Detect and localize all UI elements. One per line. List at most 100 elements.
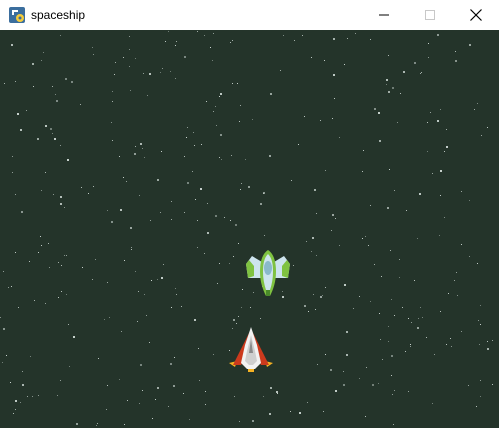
star — [121, 331, 122, 332]
maximize-icon — [425, 10, 435, 20]
star — [183, 393, 184, 394]
star — [173, 385, 175, 387]
star — [411, 322, 412, 323]
star — [230, 220, 231, 221]
star — [43, 52, 44, 53]
star — [0, 317, 1, 318]
star — [162, 68, 163, 69]
star — [30, 356, 31, 357]
star — [492, 340, 493, 341]
star — [420, 73, 421, 74]
star — [325, 287, 326, 288]
python-app-icon — [9, 7, 25, 23]
star — [170, 71, 171, 72]
star — [477, 103, 478, 104]
star — [374, 264, 375, 265]
title-bar[interactable]: spaceship — [0, 0, 499, 30]
star — [419, 193, 421, 195]
star — [430, 112, 431, 113]
star — [130, 227, 132, 229]
star — [239, 421, 240, 422]
star — [432, 403, 433, 404]
star — [252, 420, 254, 422]
star — [250, 307, 251, 308]
star — [388, 55, 389, 56]
star — [45, 303, 46, 304]
star — [270, 93, 272, 95]
star — [264, 235, 265, 236]
star — [238, 316, 239, 317]
star — [12, 156, 13, 157]
star — [64, 207, 65, 208]
star — [263, 396, 264, 397]
star — [394, 315, 395, 316]
star — [6, 355, 7, 356]
star — [38, 252, 39, 253]
star — [440, 109, 441, 110]
star — [170, 363, 172, 365]
star — [236, 323, 237, 324]
star — [368, 245, 369, 246]
star — [454, 280, 455, 281]
star — [82, 267, 83, 268]
close-button[interactable] — [453, 0, 499, 30]
game-canvas[interactable] — [0, 30, 499, 428]
star — [64, 255, 65, 256]
star — [347, 38, 348, 39]
star — [325, 170, 326, 171]
star — [149, 342, 150, 343]
star — [370, 39, 371, 40]
star — [129, 49, 130, 50]
star — [61, 291, 62, 292]
maximize-button[interactable] — [407, 0, 453, 30]
star — [114, 74, 115, 75]
star — [197, 31, 198, 32]
star — [378, 112, 380, 114]
star — [215, 106, 216, 107]
star — [126, 181, 127, 182]
star — [456, 272, 457, 273]
star — [8, 287, 9, 288]
star — [248, 186, 250, 188]
star — [476, 406, 477, 407]
star — [81, 187, 82, 188]
star — [324, 60, 325, 61]
star — [15, 409, 16, 410]
star — [469, 44, 471, 46]
star — [427, 151, 428, 152]
star — [317, 364, 318, 365]
star — [49, 267, 50, 268]
star — [293, 265, 294, 266]
star — [56, 100, 58, 102]
star — [215, 215, 217, 217]
star — [343, 371, 344, 372]
star — [492, 384, 493, 385]
star — [197, 247, 198, 248]
star — [3, 271, 4, 272]
star — [129, 36, 130, 37]
star — [379, 140, 381, 142]
star — [374, 108, 376, 110]
star — [393, 424, 394, 425]
star — [386, 79, 388, 81]
star — [212, 60, 213, 61]
star — [123, 57, 124, 58]
star — [325, 354, 326, 355]
star — [439, 235, 440, 236]
star — [216, 125, 217, 126]
minimize-button[interactable] — [361, 0, 407, 30]
star — [157, 387, 159, 389]
star — [92, 279, 93, 280]
star — [26, 110, 27, 111]
star — [359, 296, 360, 297]
star — [346, 331, 348, 333]
star — [417, 327, 419, 329]
star — [434, 354, 435, 355]
star — [140, 143, 142, 145]
star — [41, 60, 42, 61]
star — [363, 150, 364, 151]
star — [451, 346, 452, 347]
star — [165, 41, 166, 42]
star — [219, 263, 220, 264]
star — [199, 380, 200, 381]
